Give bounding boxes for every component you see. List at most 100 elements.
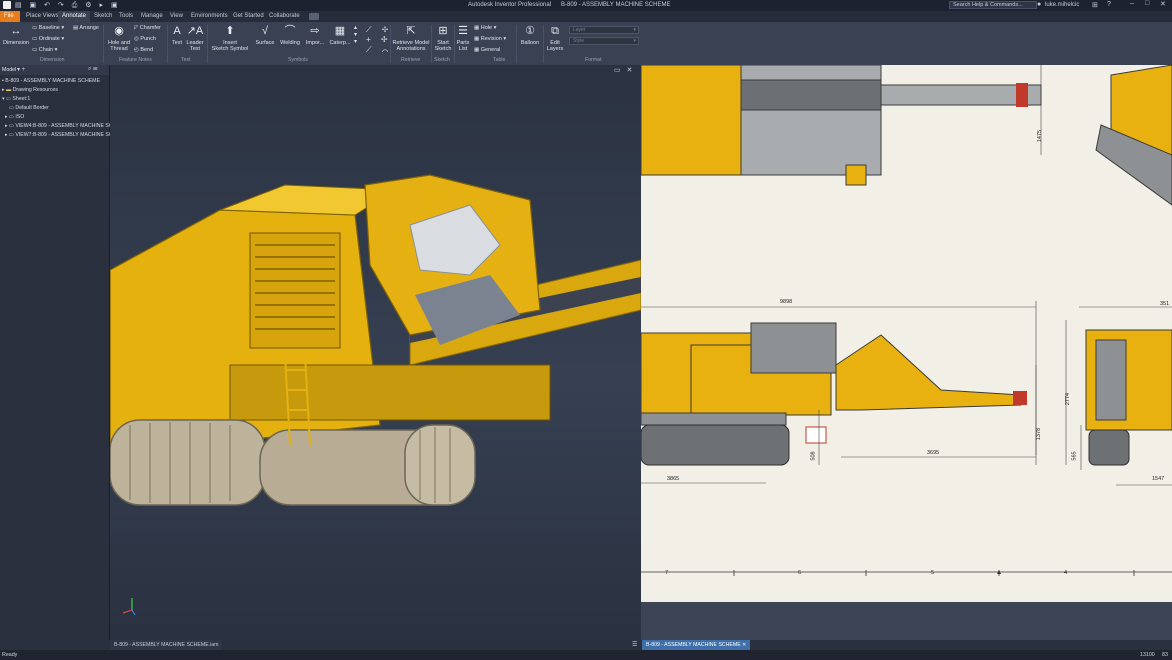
cart-icon[interactable]: ⊞ xyxy=(1092,1,1098,9)
viewport-3d[interactable]: ▭ ✕ xyxy=(110,65,641,640)
status-text: Ready xyxy=(2,652,18,658)
dim-351[interactable]: 351 xyxy=(1160,301,1169,307)
retrieve-model-annotations-button[interactable]: ⇱ Retrieve Model Annotations xyxy=(392,25,430,52)
drawing-views xyxy=(641,65,1172,576)
browser-search-icon[interactable]: ⌕ ☰ xyxy=(88,66,98,73)
tab-manage[interactable]: Manage xyxy=(137,11,167,22)
tree-item-sheet[interactable]: ▾ ▭ Sheet:1 xyxy=(2,96,30,102)
punch-button[interactable]: ◎ Punch xyxy=(134,36,156,42)
tree-item-root[interactable]: ▪ B-809 - ASSEMBLY MACHINE SCHEME xyxy=(2,78,100,84)
group-text: Text xyxy=(181,57,191,63)
group-feature-notes: Feature Notes xyxy=(119,57,152,63)
hole-icon: ◉ xyxy=(114,25,124,37)
tree-item-iso[interactable]: ▸ ▭ ISO xyxy=(5,114,24,120)
maximize-icon[interactable]: □ xyxy=(1145,0,1149,7)
user-name[interactable]: luke.mihelcic xyxy=(1045,2,1079,8)
ruler-label-7: 7 xyxy=(665,570,669,576)
general-table-button[interactable]: ▦ General xyxy=(474,47,500,53)
welding-icon: ⌒ xyxy=(284,25,296,37)
start-sketch-button[interactable]: ⊞ Start Sketch xyxy=(433,25,453,52)
text-button[interactable]: A Text xyxy=(170,25,184,46)
style-select[interactable]: Style ▾ xyxy=(569,37,639,45)
tree-item-default-border[interactable]: ▭ Default Border xyxy=(9,105,49,111)
doc-tab-assembly[interactable]: B-809 - ASSEMBLY MACHINE SCHEME.iam xyxy=(110,640,223,650)
tab-annotate[interactable]: Annotate xyxy=(58,11,91,22)
close-icon[interactable]: ✕ xyxy=(1160,0,1166,8)
dim-3695[interactable]: 3695 xyxy=(927,450,939,456)
revision-table-button[interactable]: ▦ Revision ▾ xyxy=(474,36,506,42)
dim-9898[interactable]: 9898 xyxy=(780,299,792,305)
model-browser: Model ▾ + ⌕ ☰ ▪ B-809 - ASSEMBLY MACHINE… xyxy=(0,65,113,650)
text-icon: A xyxy=(173,25,181,37)
dim-1547[interactable]: 1547 xyxy=(1152,476,1164,482)
chamfer-button[interactable]: ◸ Chamfer xyxy=(134,25,161,31)
dim-1378[interactable]: 1378 xyxy=(1036,428,1042,440)
dim-1475[interactable]: 1475 xyxy=(1037,130,1043,142)
browser-dropdown-icon[interactable]: ▾ + xyxy=(17,66,25,73)
group-sketch: Sketch xyxy=(434,57,450,63)
user-icon[interactable]: ● xyxy=(1037,1,1041,8)
dim-3865[interactable]: 3865 xyxy=(667,476,679,482)
arrange-button[interactable]: ▤ Arrange xyxy=(73,25,99,31)
document-title: B-809 - ASSEMBLY MACHINE SCHEME xyxy=(561,2,671,8)
surface-button[interactable]: √ Surface xyxy=(254,25,276,46)
group-dimension: Dimension xyxy=(40,57,65,63)
quick-access-toolbar[interactable]: ▤ ▣ ↶ ↷ ⎙ ⚙ ▸ ▣ xyxy=(15,1,121,10)
tab-file[interactable]: File xyxy=(0,11,20,22)
ruler-label-4: 4 xyxy=(1064,570,1068,576)
drawing-sheet[interactable]: 1475 9898 351 508 3695 1378 3865 2774 56… xyxy=(641,65,1172,602)
machine-3d-render xyxy=(110,174,641,616)
tree-item-view4[interactable]: ▸ ▭ VIEW4:B-809 - ASSEMBLY MACHINE SC xyxy=(5,123,113,129)
hole-table-button[interactable]: ▦ Hole ▾ xyxy=(474,25,496,31)
group-table: Table xyxy=(493,57,506,63)
parts-list-button[interactable]: ☰ Parts List xyxy=(455,25,471,52)
ribbon-panel: ↔ Dimension ▭ Baseline ▾ ▭ Ordinate ▾ ▭ C… xyxy=(0,22,1172,65)
surface-icon: √ xyxy=(261,25,269,37)
tab-environments[interactable]: Environments xyxy=(187,11,232,22)
bend-button[interactable]: ◴ Bend xyxy=(134,47,153,53)
tab-list-icon[interactable]: ☰ xyxy=(632,640,637,650)
parts-list-icon: ☰ xyxy=(458,25,468,37)
caterpillar-button[interactable]: ▦ Caterp... xyxy=(328,25,352,46)
doc-tab-drawing[interactable]: B-809 - ASSEMBLY MACHINE SCHEME ✕ xyxy=(642,640,751,650)
ordinate-button[interactable]: ▭ Ordinate ▾ xyxy=(32,36,64,42)
tab-get-started[interactable]: Get Started xyxy=(229,11,268,22)
tab-collaborate[interactable]: Collaborate xyxy=(265,11,304,22)
leader-text-button[interactable]: ↗A Leader Text xyxy=(186,25,204,52)
help-icon[interactable]: ? xyxy=(1107,1,1111,8)
import-button[interactable]: ⇨ Impor... xyxy=(304,25,326,46)
viewport-window-controls[interactable]: ▭ ✕ xyxy=(614,66,634,74)
group-format: Format xyxy=(585,57,602,63)
inventor-window: ▤ ▣ ↶ ↷ ⎙ ⚙ ▸ ▣ Autodesk Inventor Profes… xyxy=(0,0,1172,660)
dimension-button[interactable]: ↔ Dimension xyxy=(2,25,30,46)
minimize-icon[interactable]: – xyxy=(1130,0,1134,7)
search-input[interactable]: Search Help & Commands... xyxy=(949,1,1037,9)
ribbon-tabs: File Place Views Annotate Sketch Tools M… xyxy=(0,11,1172,22)
hole-thread-button[interactable]: ◉ Hole and Thread xyxy=(106,25,132,52)
chain-button[interactable]: ▭ Chain ▾ xyxy=(32,47,57,53)
tab-place-views[interactable]: Place Views xyxy=(22,11,63,22)
baseline-button[interactable]: ▭ Baseline ▾ xyxy=(32,25,64,31)
symbols-mini-icons[interactable]: ⟋ ✣ + ✢ ⟋ ⌒ xyxy=(366,25,392,55)
video-icon[interactable] xyxy=(309,13,319,20)
symbols-gallery-scroll[interactable]: ▴ ▾ ▾ xyxy=(354,25,357,46)
dim-2774[interactable]: 2774 xyxy=(1065,393,1071,405)
tree-item-drawing-resources[interactable]: ▸ ▬ Drawing Resources xyxy=(2,87,58,93)
ruler-label-5: 5 xyxy=(931,570,935,576)
app-title: Autodesk Inventor Professional xyxy=(468,2,552,8)
tab-tools[interactable]: Tools xyxy=(115,11,137,22)
group-retrieve: Retrieve xyxy=(401,57,421,63)
layer-select[interactable]: Layer ▾ xyxy=(569,26,639,34)
tab-sketch[interactable]: Sketch xyxy=(90,11,116,22)
edit-layers-icon: ⧉ xyxy=(551,25,559,37)
browser-title: Model xyxy=(2,67,17,73)
dim-508[interactable]: 508 xyxy=(811,451,817,460)
balloon-button[interactable]: ① Balloon xyxy=(518,25,542,46)
tree-item-view7[interactable]: ▸ ▭ VIEW7:B-809 - ASSEMBLY MACHINE SC xyxy=(5,132,113,138)
edit-layers-button[interactable]: ⧉ Edit Layers xyxy=(545,25,565,52)
dim-565[interactable]: 565 xyxy=(1072,451,1078,460)
tab-view[interactable]: View xyxy=(166,11,187,22)
insert-sketch-symbol-button[interactable]: ⬆ Insert Sketch Symbol xyxy=(210,25,250,52)
app-logo-icon[interactable] xyxy=(3,1,11,9)
welding-button[interactable]: ⌒ Welding xyxy=(278,25,302,46)
